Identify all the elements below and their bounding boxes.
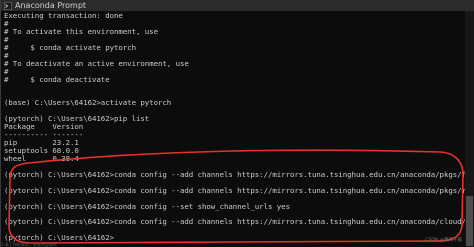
console-line: # To activate this environment, use (4, 26, 158, 36)
title-bar[interactable]: Anaconda Prompt (1, 0, 474, 11)
console-line: Executing transaction: done (4, 12, 123, 20)
anaconda-prompt-window: Anaconda Prompt Executing transaction: d… (0, 0, 474, 247)
console-line: (pytorch) C:\Users\64162>conda config --… (4, 169, 466, 179)
console-line: (pytorch) C:\Users\64162>conda config --… (4, 217, 466, 227)
console-line: # $ conda deactivate (4, 74, 110, 84)
console-line: (base) C:\Users\64162>activate pytorch (4, 98, 172, 108)
console-line: # To deactivate an active environment, u… (4, 58, 189, 68)
console-output[interactable]: Executing transaction: done # # To activat… (4, 12, 466, 243)
console-line: wheel 0.38.4 (4, 153, 79, 163)
vertical-scrollbar[interactable] (465, 11, 474, 247)
caption-hint: 2:基于你的需求，安装对应版本 (1, 242, 57, 247)
watermark: CSDN @南风千篇 (425, 238, 462, 243)
window-title: Anaconda Prompt (15, 1, 87, 10)
console-line: (pytorch) C:\Users\64162>conda config --… (4, 185, 466, 195)
scrollbar-thumb[interactable] (466, 196, 473, 246)
console-line: # $ conda activate pytorch (4, 42, 136, 52)
terminal-icon (4, 1, 12, 10)
console-line: (pytorch) C:\Users\64162> (4, 233, 114, 243)
console-line: (pytorch) C:\Users\64162>conda config --… (4, 201, 290, 211)
